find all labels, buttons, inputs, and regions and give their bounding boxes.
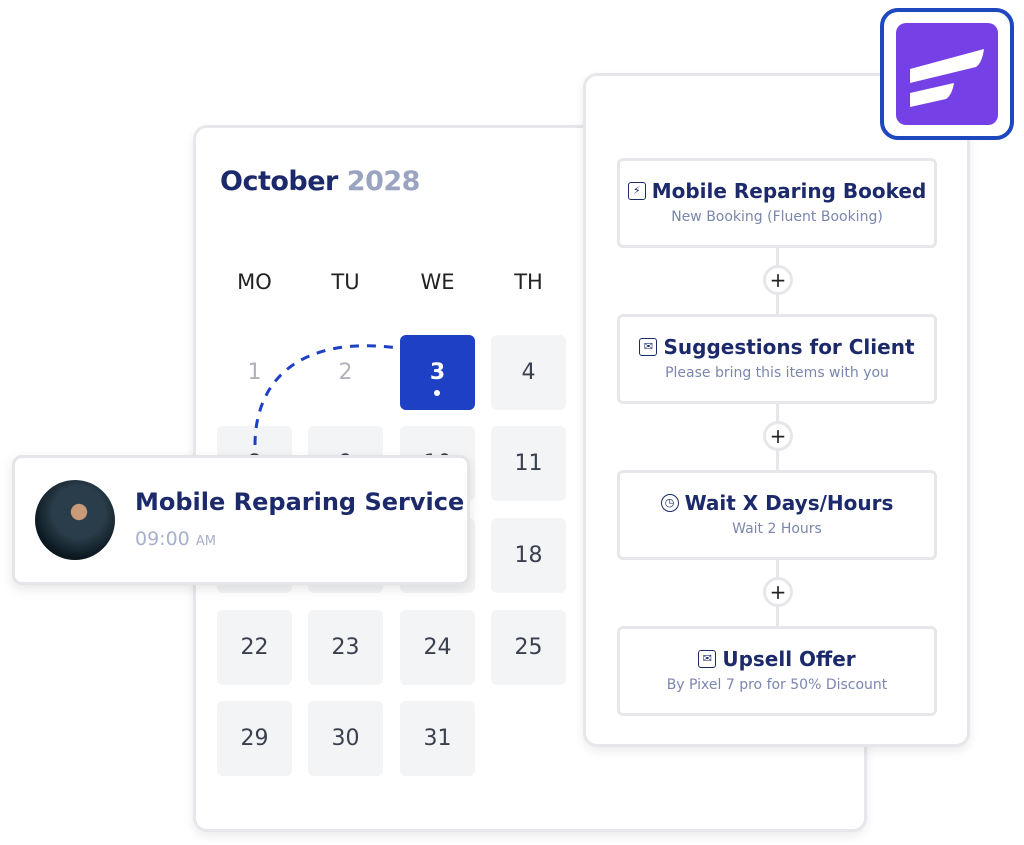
flow-node-title: Suggestions for Client: [663, 335, 915, 359]
flow-node-subtitle: New Booking (Fluent Booking): [671, 209, 883, 225]
email-icon: ✉: [639, 338, 658, 356]
flow-node[interactable]: ✉ Upsell Offer By Pixel 7 pro for 50% Disc…: [617, 626, 937, 716]
add-step-button[interactable]: +: [763, 421, 793, 451]
add-step-button[interactable]: +: [763, 577, 793, 607]
flow-node-title: Mobile Reparing Booked: [651, 179, 927, 203]
flow-node-subtitle: Wait 2 Hours: [732, 521, 822, 537]
avatar: [35, 480, 115, 560]
flow-node-subtitle: Please bring this items with you: [665, 365, 889, 381]
flow-node-title: Wait X Days/Hours: [684, 491, 894, 515]
flow-node[interactable]: ⚡ Mobile Reparing Booked New Booking (Flue…: [617, 158, 937, 248]
email-icon: ✉: [698, 650, 717, 668]
flow-node-title: Upsell Offer: [722, 647, 856, 671]
lightning-icon: ⚡: [627, 182, 646, 200]
fluent-logo: [880, 8, 1014, 140]
add-step-button[interactable]: +: [763, 265, 793, 295]
flow-node[interactable]: ✉ Suggestions for Client Please bring this…: [617, 314, 937, 404]
automation-flow-card: ⚡ Mobile Reparing Booked New Booking (Flue…: [583, 73, 970, 747]
event-title: Mobile Reparing Service: [135, 488, 465, 516]
event-card[interactable]: Mobile Reparing Service 09:00 AM: [12, 455, 470, 585]
clock-icon: ◷: [660, 494, 679, 512]
flow-node[interactable]: ◷ Wait X Days/Hours Wait 2 Hours: [617, 470, 937, 560]
event-time: 09:00 AM: [135, 528, 216, 550]
flow-node-subtitle: By Pixel 7 pro for 50% Discount: [666, 677, 888, 693]
logo-mark-icon: [910, 49, 984, 107]
